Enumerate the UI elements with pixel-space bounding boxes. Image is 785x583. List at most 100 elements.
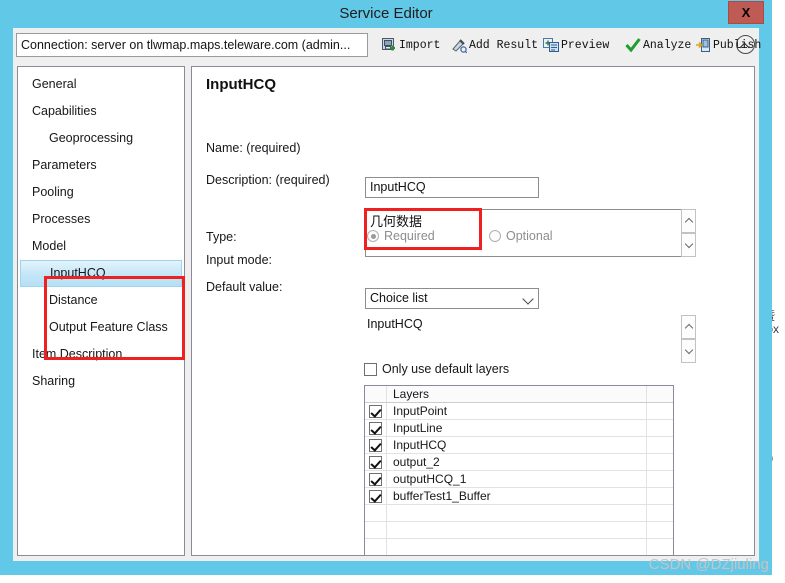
row-checkbox[interactable] <box>365 454 387 470</box>
connection-input[interactable]: Connection: server on tlwmap.maps.telewa… <box>16 33 368 57</box>
description-scroll-down-icon[interactable] <box>681 233 696 257</box>
sidebar-item-capabilities[interactable]: Capabilities <box>18 98 184 125</box>
empty-name-cell <box>387 522 647 538</box>
checkbox-checked-icon <box>369 472 382 486</box>
sidebar-item-parameters[interactable]: Parameters <box>18 152 184 179</box>
row-checkbox[interactable] <box>365 488 387 504</box>
sidebar-item-general[interactable]: General <box>18 71 184 98</box>
layer-name: output_2 <box>387 454 647 470</box>
row-checkbox[interactable] <box>365 437 387 453</box>
analyze-button[interactable]: Analyze <box>625 34 691 56</box>
window-title: Service Editor <box>339 5 433 22</box>
row-tail-cell <box>647 420 673 436</box>
sidebar-item-sharing[interactable]: Sharing <box>18 368 184 395</box>
default-value-text: InputHCQ <box>367 317 423 331</box>
sidebar-item-label: Pooling <box>32 185 74 199</box>
sidebar-item-label: Parameters <box>32 158 97 172</box>
checkbox-checked-icon <box>369 455 382 469</box>
sidebar-item-distance[interactable]: Distance <box>18 287 184 314</box>
empty-tail-cell <box>647 539 673 555</box>
sidebar-item-model[interactable]: Model <box>18 233 184 260</box>
title-bar[interactable]: Service Editor X <box>0 0 772 28</box>
sidebar-item-output-feature-class[interactable]: Output Feature Class <box>18 314 184 341</box>
sidebar-item-label: InputHCQ <box>50 266 106 280</box>
row-tail-cell <box>647 471 673 487</box>
empty-name-cell <box>387 539 647 555</box>
add-result-label: Add Result <box>469 38 539 52</box>
sidebar-item-label: Output Feature Class <box>49 320 168 334</box>
default-value-label: Default value: <box>206 280 283 294</box>
checkbox-checked-icon <box>369 489 382 503</box>
row-checkbox[interactable] <box>365 471 387 487</box>
toolbar: Connection: server on tlwmap.maps.telewa… <box>13 28 761 61</box>
add-result-icon <box>451 37 468 54</box>
import-icon <box>381 37 397 53</box>
name-input[interactable]: InputHCQ <box>365 177 539 198</box>
sidebar-item-geoprocessing[interactable]: Geoprocessing <box>18 125 184 152</box>
input-mode-select[interactable]: Choice list <box>365 288 539 309</box>
default-scroll-up-icon[interactable] <box>681 315 696 339</box>
close-button[interactable]: X <box>728 1 764 24</box>
preview-button[interactable]: Preview <box>543 34 609 56</box>
type-label: Type: <box>206 230 237 244</box>
input-mode-value: Choice list <box>370 291 428 305</box>
description-scroll-up-icon[interactable] <box>681 209 696 233</box>
checkbox-checked-icon <box>369 438 382 452</box>
table-empty-row <box>365 539 673 555</box>
empty-tail-cell <box>647 522 673 538</box>
default-value-scroll-spinner[interactable] <box>681 315 696 363</box>
empty-check-cell <box>365 539 387 555</box>
row-tail-cell <box>647 488 673 504</box>
table-row[interactable]: bufferTest1_Buffer <box>365 488 673 505</box>
checkbox-checked-icon <box>369 421 382 435</box>
header-check-cell <box>365 386 387 402</box>
row-tail-cell <box>647 403 673 419</box>
input-mode-label: Input mode: <box>206 253 273 267</box>
only-default-layers-label: Only use default layers <box>382 362 510 376</box>
sidebar-item-label: Sharing <box>32 374 76 388</box>
empty-tail-cell <box>647 505 673 521</box>
layer-name: bufferTest1_Buffer <box>387 488 647 504</box>
type-required-radio[interactable]: Required <box>367 229 435 243</box>
sidebar-item-item-description[interactable]: Item Description <box>18 341 184 368</box>
empty-check-cell <box>365 522 387 538</box>
csdn-watermark: CSDN @DZjiuling <box>648 556 769 573</box>
chevron-down-icon <box>522 293 534 305</box>
layers-table[interactable]: Layers InputPoint InputLine InputHCQ out… <box>364 385 674 555</box>
type-optional-radio[interactable]: Optional <box>489 229 553 243</box>
sidebar-item-label: Model <box>32 239 67 253</box>
sidebar-item-label: General <box>32 77 77 91</box>
layer-name: InputLine <box>387 420 647 436</box>
description-scroll-spinner[interactable] <box>681 209 696 257</box>
sidebar-item-pooling[interactable]: Pooling <box>18 179 184 206</box>
radio-selected-icon <box>367 230 379 242</box>
service-editor-dialog: Service Editor X Connection: server on t… <box>0 0 772 575</box>
sidebar-item-label: Distance <box>49 293 98 307</box>
default-scroll-down-icon[interactable] <box>681 339 696 363</box>
sidebar-item-inputhcq[interactable]: InputHCQ <box>20 260 182 287</box>
sidebar-item-label: Geoprocessing <box>49 131 134 145</box>
table-row[interactable]: InputPoint <box>365 403 673 420</box>
table-row[interactable]: output_2 <box>365 454 673 471</box>
preview-icon <box>543 37 559 53</box>
table-empty-row <box>365 522 673 539</box>
sidebar-item-processes[interactable]: Processes <box>18 206 184 233</box>
only-default-layers-checkbox[interactable]: Only use default layers <box>364 362 509 376</box>
table-row[interactable]: InputHCQ <box>365 437 673 454</box>
chevron-up-icon[interactable] <box>736 35 755 54</box>
type-optional-label: Optional <box>506 229 553 243</box>
row-checkbox[interactable] <box>365 420 387 436</box>
table-row[interactable]: InputLine <box>365 420 673 437</box>
layer-name: InputHCQ <box>387 437 647 453</box>
preview-label: Preview <box>561 38 610 52</box>
sidebar-item-label: Item Description <box>32 347 123 361</box>
import-label: Import <box>399 38 441 52</box>
empty-check-cell <box>365 505 387 521</box>
sidebar-item-label: Capabilities <box>32 104 97 118</box>
table-row[interactable]: outputHCQ_1 <box>365 471 673 488</box>
add-result-button[interactable]: Add Result <box>451 34 538 56</box>
import-button[interactable]: Import <box>381 34 440 56</box>
analyze-check-icon <box>625 37 641 53</box>
row-checkbox[interactable] <box>365 403 387 419</box>
page-title: InputHCQ <box>206 76 276 93</box>
